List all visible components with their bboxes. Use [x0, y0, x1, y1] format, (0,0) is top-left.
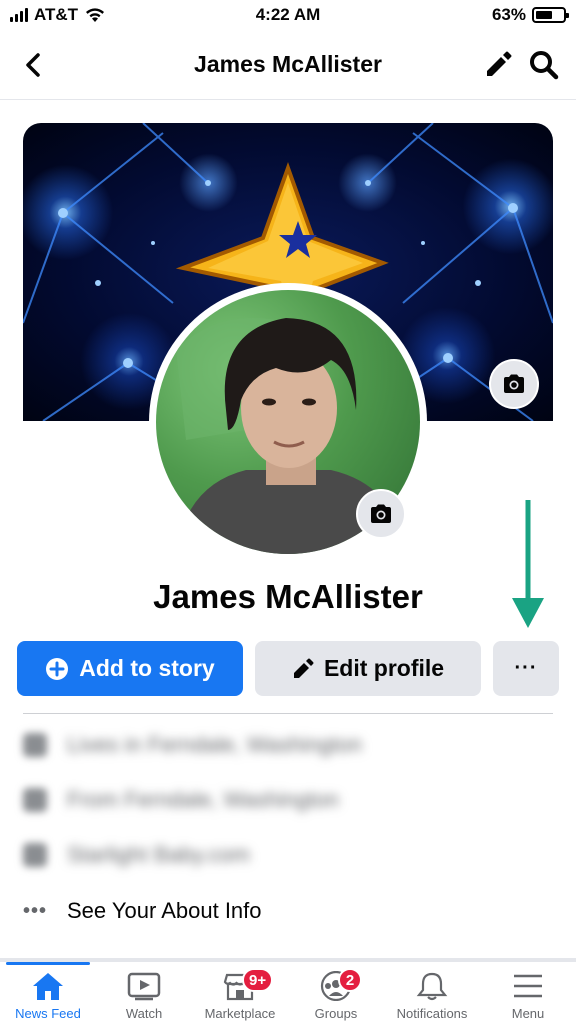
- see-about-label: See Your About Info: [67, 898, 262, 923]
- tab-bar: News Feed Watch 9+ Marketplace 2 Groups …: [0, 962, 576, 1024]
- annotation-arrow-icon: [512, 500, 544, 628]
- divider: [23, 713, 553, 714]
- shop-icon: 9+: [222, 968, 274, 1002]
- search-button[interactable]: [528, 49, 560, 81]
- bell-icon: [414, 970, 450, 1002]
- about-item: Lives in Ferndale, Washington: [23, 725, 553, 765]
- battery-percent: 63%: [491, 5, 526, 24]
- search-icon: [530, 51, 559, 80]
- more-options-button[interactable]: ···: [493, 641, 559, 696]
- status-bar: AT&T 4:22 AM 63%: [0, 0, 576, 30]
- battery-icon: [532, 7, 569, 23]
- play-icon: [126, 970, 162, 1002]
- hamburger-icon: [510, 970, 546, 1002]
- edit-profile-button[interactable]: Edit profile: [255, 641, 481, 696]
- tab-label: Menu: [511, 1006, 545, 1021]
- about-item: From Ferndale, Washington: [23, 780, 553, 820]
- status-right: 63%: [491, 5, 569, 25]
- link-icon: [23, 843, 47, 867]
- home-icon: [23, 733, 47, 757]
- home-icon: [30, 970, 66, 1002]
- tab-groups[interactable]: 2 Groups: [288, 962, 384, 1024]
- plus-circle-icon: [46, 657, 69, 680]
- more-dots-icon: •••: [23, 899, 48, 922]
- edit-button[interactable]: [482, 49, 514, 81]
- tab-menu[interactable]: Menu: [480, 962, 576, 1024]
- add-to-story-button[interactable]: Add to story: [17, 641, 243, 696]
- camera-icon: [504, 374, 524, 393]
- location-icon: [23, 788, 47, 812]
- profile-name: James McAllister: [153, 578, 423, 615]
- tab-news-feed[interactable]: News Feed: [0, 962, 96, 1024]
- pencil-icon: [487, 51, 512, 76]
- edit-profile-label: Edit profile: [323, 655, 445, 681]
- tab-marketplace[interactable]: 9+ Marketplace: [192, 962, 288, 1024]
- battery-fill: [536, 11, 553, 19]
- add-to-story-label: Add to story: [79, 655, 215, 681]
- about-item[interactable]: Starlight Baby.com: [23, 835, 553, 875]
- marketplace-badge: 9+: [242, 968, 274, 992]
- profile-camera-button[interactable]: [356, 489, 406, 539]
- cover-camera-button[interactable]: [489, 359, 539, 409]
- tab-label: Groups: [314, 1006, 358, 1021]
- groups-badge: 2: [338, 968, 362, 992]
- about-text: From Ferndale, Washington: [67, 787, 339, 812]
- camera-icon: [371, 504, 391, 523]
- tab-label: Watch: [125, 1006, 163, 1021]
- profile-header: James McAllister: [0, 30, 576, 100]
- tab-label: Notifications: [396, 1006, 468, 1021]
- tab-watch[interactable]: Watch: [96, 962, 192, 1024]
- tab-label: Marketplace: [204, 1006, 276, 1021]
- more-dots-icon: ···: [514, 657, 538, 679]
- status-time: 4:22 AM: [255, 5, 321, 24]
- tab-label: News Feed: [15, 1006, 81, 1021]
- about-text: Lives in Ferndale, Washington: [67, 732, 363, 757]
- about-text: Starlight Baby.com: [67, 842, 251, 867]
- see-about-info-link[interactable]: ••• See Your About Info: [23, 891, 262, 931]
- pencil-icon: [293, 658, 314, 678]
- tab-notifications[interactable]: Notifications: [384, 962, 480, 1024]
- groups-icon: 2: [318, 968, 362, 1002]
